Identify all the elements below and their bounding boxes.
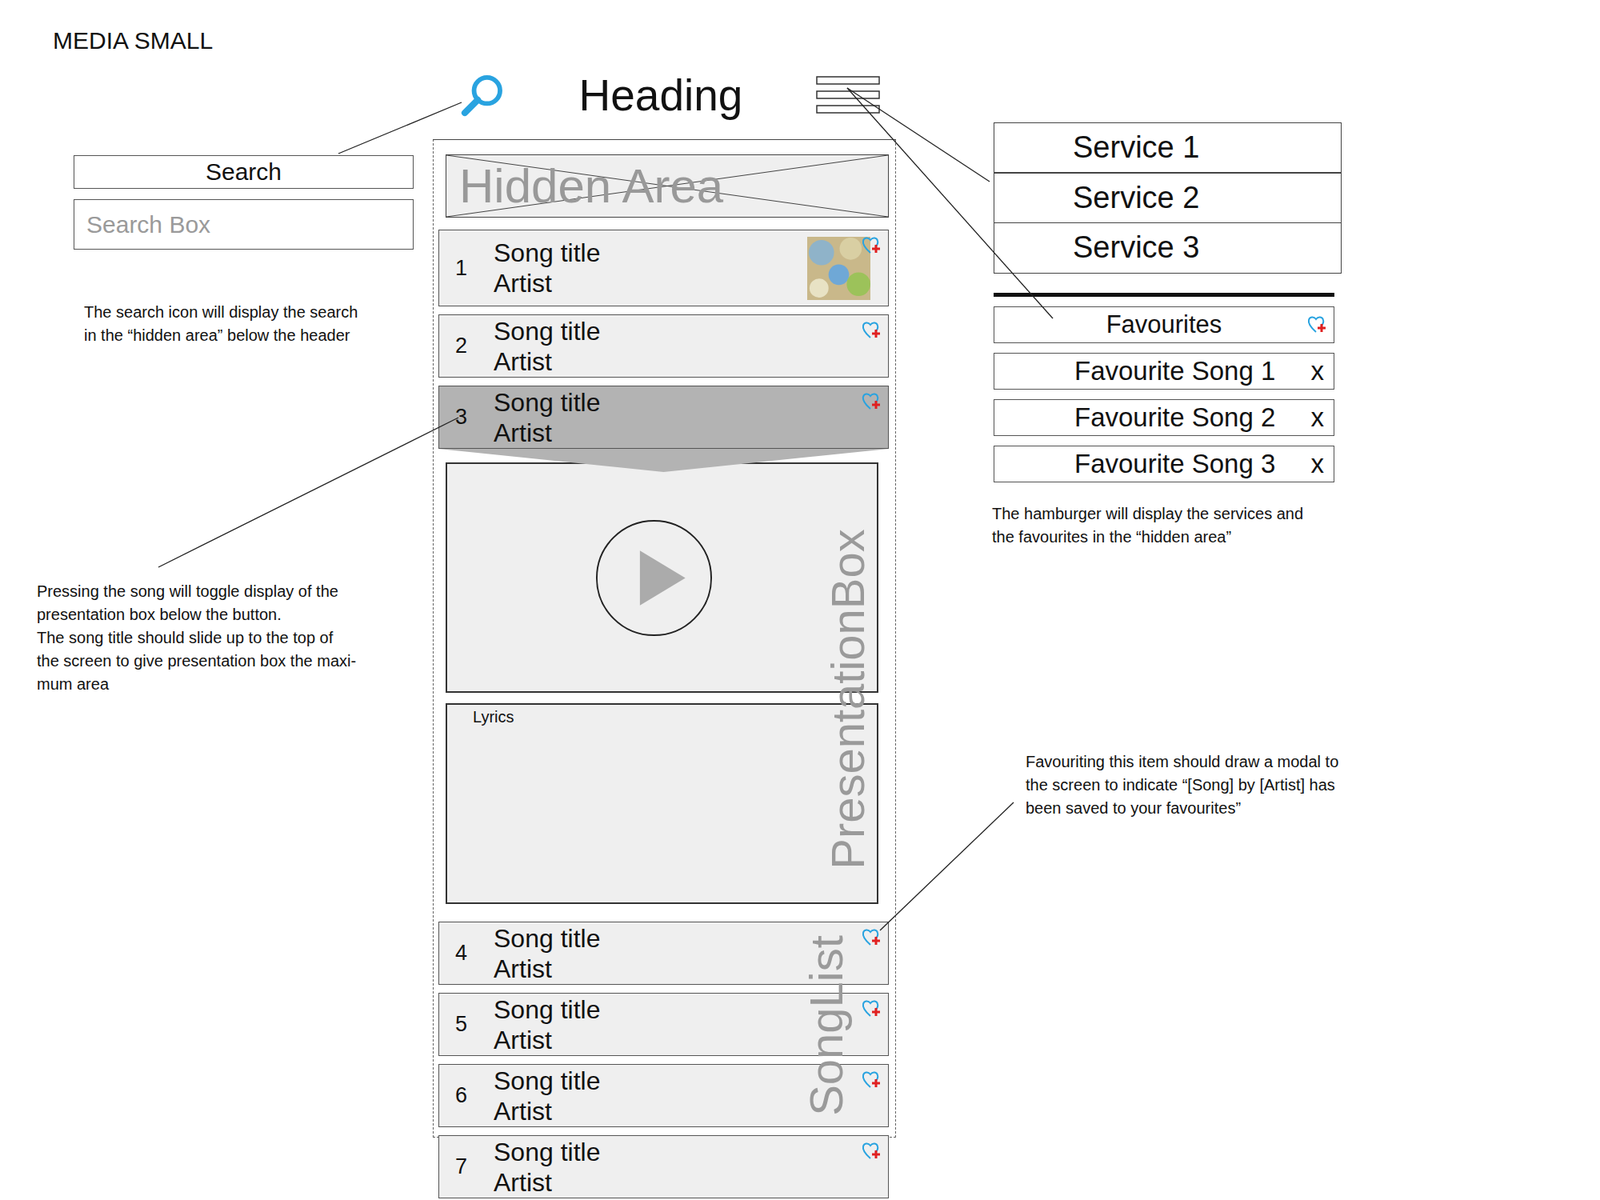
presentation-box: Lyrics PresentationBox bbox=[445, 462, 879, 904]
phone-screen: HeadingHidden Area1Song titleArtist2Song… bbox=[432, 51, 896, 1199]
search-label: Search bbox=[73, 155, 414, 189]
app-heading: Heading bbox=[579, 69, 744, 121]
song-artist: Artist bbox=[493, 1024, 853, 1056]
favourite-item[interactable]: Favourite Song 2 x bbox=[993, 399, 1335, 436]
search-note: The search icon will display the searchi… bbox=[84, 300, 358, 348]
song-list: 1Song titleArtist2Song titleArtist3Song … bbox=[438, 229, 889, 1199]
song-row[interactable]: 2Song titleArtist bbox=[438, 314, 889, 378]
song-artist: Artist bbox=[493, 1096, 853, 1127]
song-title: Song title bbox=[493, 1065, 853, 1096]
song-title: Song title bbox=[493, 237, 808, 268]
song-row[interactable]: 4Song titleArtist bbox=[438, 921, 889, 985]
favourite-heart-icon[interactable] bbox=[860, 1069, 882, 1091]
service-item[interactable]: Service 3 bbox=[993, 222, 1342, 274]
song-row[interactable]: 5Song titleArtist bbox=[438, 992, 889, 1056]
menu-divider bbox=[993, 292, 1335, 297]
song-title: Song title bbox=[493, 1136, 853, 1168]
hamburger-note: The hamburger will display the services … bbox=[992, 502, 1304, 549]
hidden-area-label: Hidden Area bbox=[459, 162, 724, 211]
annotation-lines bbox=[0, 0, 1600, 1200]
favourite-heart-icon[interactable] bbox=[860, 320, 882, 341]
song-number: 6 bbox=[455, 1083, 494, 1108]
presentation-box-label: PresentationBox bbox=[824, 528, 872, 870]
remove-favourite-button[interactable]: x bbox=[1311, 402, 1325, 433]
favourite-heart-icon[interactable] bbox=[860, 391, 882, 412]
lyrics-box: Lyrics bbox=[445, 703, 879, 904]
app-header: Heading bbox=[432, 51, 896, 140]
service-item[interactable]: Service 2 bbox=[993, 172, 1342, 224]
favourite-title: Favourite Song 2 bbox=[1074, 402, 1276, 433]
song-artist: Artist bbox=[493, 953, 853, 984]
hamburger-icon[interactable] bbox=[816, 76, 880, 115]
song-note: Pressing the song will toggle display of… bbox=[36, 580, 356, 696]
song-row[interactable]: 7Song titleArtist bbox=[438, 1135, 889, 1199]
song-artist: Artist bbox=[493, 346, 853, 377]
favourite-note: Favouriting this item should draw a moda… bbox=[1025, 750, 1339, 820]
song-number: 5 bbox=[455, 1012, 494, 1037]
album-thumbnail bbox=[807, 236, 871, 300]
song-artist: Artist bbox=[493, 417, 853, 448]
song-number: 2 bbox=[455, 333, 494, 359]
favourite-title: Favourite Song 3 bbox=[1074, 448, 1276, 480]
song-title: Song title bbox=[493, 923, 853, 954]
song-number: 3 bbox=[455, 404, 494, 430]
song-artist: Artist bbox=[493, 1167, 853, 1198]
menu-panel: Service 1Service 2Service 3 Favourites Fav… bbox=[993, 123, 1342, 483]
play-icon[interactable] bbox=[595, 519, 713, 637]
search-icon[interactable] bbox=[459, 72, 506, 119]
song-title: Song title bbox=[493, 316, 853, 347]
search-panel: Search Search Box bbox=[73, 155, 414, 250]
song-artist: Artist bbox=[493, 268, 808, 299]
song-title: Song title bbox=[493, 994, 853, 1025]
song-number: 7 bbox=[455, 1154, 494, 1180]
page-title: MEDIA SMALL bbox=[52, 27, 213, 55]
remove-favourite-button[interactable]: x bbox=[1311, 448, 1325, 480]
song-row[interactable]: 1Song titleArtist bbox=[438, 229, 889, 307]
favourite-heart-icon[interactable] bbox=[860, 998, 882, 1020]
favourite-heart-icon[interactable] bbox=[860, 235, 882, 256]
lyrics-label: Lyrics bbox=[472, 708, 514, 726]
favourite-heart-icon[interactable] bbox=[860, 1140, 882, 1162]
service-item[interactable]: Service 1 bbox=[993, 122, 1342, 174]
song-title: Song title bbox=[493, 387, 853, 418]
favourite-item[interactable]: Favourite Song 3 x bbox=[993, 445, 1335, 483]
favourite-title: Favourite Song 1 bbox=[1074, 356, 1276, 387]
favourites-header: Favourites bbox=[993, 306, 1335, 344]
song-row[interactable]: 6Song titleArtist bbox=[438, 1064, 889, 1128]
song-list-label: SongList bbox=[803, 935, 850, 1116]
search-box[interactable]: Search Box bbox=[73, 199, 414, 250]
video-player[interactable] bbox=[445, 462, 879, 693]
song-row[interactable]: 3Song titleArtist bbox=[438, 385, 889, 449]
favourite-heart-icon[interactable] bbox=[860, 927, 882, 948]
favourite-item[interactable]: Favourite Song 1 x bbox=[993, 352, 1335, 390]
song-number: 1 bbox=[455, 256, 494, 281]
services-list: Service 1Service 2Service 3 bbox=[993, 123, 1342, 274]
song-number: 4 bbox=[455, 940, 494, 966]
remove-favourite-button[interactable]: x bbox=[1311, 356, 1325, 387]
wireframe-canvas: MEDIA SMALL Search Search Box The search ic… bbox=[0, 0, 1600, 1200]
favourite-heart-icon bbox=[1306, 314, 1328, 336]
hidden-area: Hidden Area bbox=[445, 154, 889, 218]
